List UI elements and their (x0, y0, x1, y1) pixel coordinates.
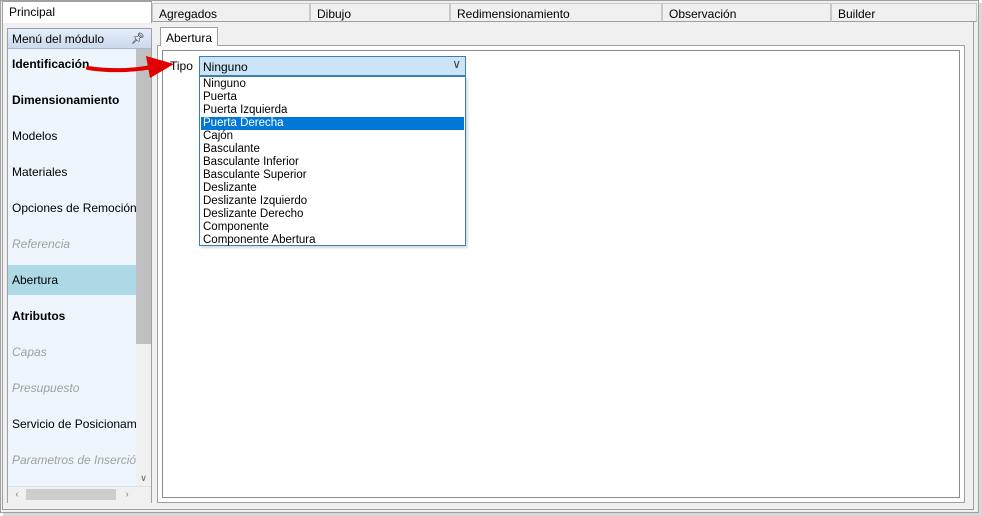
tipo-dropdown-list[interactable]: Ninguno Puerta Puerta Izquierda Puerta D… (199, 76, 466, 246)
module-menu-header: Menú del módulo 📌︎ (8, 29, 151, 49)
chevron-right-icon[interactable]: › (120, 487, 134, 503)
module-item-modelos[interactable]: Modelos (8, 121, 136, 151)
module-menu-title: Menú del módulo (12, 32, 105, 46)
chevron-down-icon[interactable]: ∨ (136, 471, 151, 486)
tab-observacion[interactable]: Observación (662, 3, 831, 22)
tab-builder[interactable]: Builder (831, 3, 977, 22)
tipo-option[interactable]: Deslizante Izquierdo (201, 195, 464, 208)
tab-principal[interactable]: Principal (2, 1, 152, 23)
tipo-option[interactable]: Cajón (201, 130, 464, 143)
vscroll-thumb[interactable] (136, 49, 151, 344)
module-item-referencia[interactable]: Referencia (8, 229, 136, 259)
tipo-option[interactable]: Deslizante Derecho (201, 208, 464, 221)
tipo-option[interactable]: Basculante (201, 143, 464, 156)
pin-icon[interactable]: 📌︎ (131, 32, 145, 45)
module-item-atributos[interactable]: Atributos (8, 301, 136, 331)
module-item-materiales[interactable]: Materiales (8, 157, 136, 187)
annotation-arrow-icon (86, 56, 174, 78)
module-item-dimensionamiento[interactable]: Dimensionamiento (8, 85, 136, 115)
module-item-abertura[interactable]: Abertura (8, 265, 136, 295)
hscroll-thumb[interactable] (26, 489, 116, 500)
module-item-parametros-insercion[interactable]: Parametros de Inserción (8, 445, 136, 475)
module-menu-list: Identificación Dimensionamiento Modelos … (8, 49, 136, 486)
tipo-option[interactable]: Puerta Derecha (201, 117, 464, 130)
module-item-capas[interactable]: Capas (8, 337, 136, 367)
tab-abertura[interactable]: Abertura (160, 27, 219, 46)
tipo-combobox-value: Ninguno (203, 60, 248, 74)
module-menu-hscrollbar[interactable]: ‹ › (8, 486, 151, 503)
tipo-option[interactable]: Componente Abertura (201, 234, 464, 247)
tipo-option[interactable]: Puerta Izquierda (201, 104, 464, 117)
module-item-servicio-posicionamiento[interactable]: Servicio de Posicionamiento (8, 409, 136, 439)
tab-dibujo[interactable]: Dibujo (310, 3, 450, 22)
tipo-option[interactable]: Deslizante (201, 182, 464, 195)
tipo-option[interactable]: Componente (201, 221, 464, 234)
chevron-left-icon[interactable]: ‹ (10, 487, 24, 503)
module-menu-vscrollbar[interactable]: ∨ (136, 49, 151, 486)
tipo-option[interactable]: Basculante Superior (201, 169, 464, 182)
tipo-option[interactable]: Ninguno (201, 78, 464, 91)
tab-agregados[interactable]: Agregados (152, 3, 310, 22)
module-item-opciones-remocion[interactable]: Opciones de Remoción (8, 193, 136, 223)
tipo-option[interactable]: Puerta (201, 91, 464, 104)
module-item-presupuesto[interactable]: Presupuesto (8, 373, 136, 403)
tipo-option[interactable]: Basculante Inferior (201, 156, 464, 169)
module-menu-panel: Menú del módulo 📌︎ Identificación Dimens… (7, 28, 152, 503)
tab-redimensionamiento[interactable]: Redimensionamiento (450, 3, 662, 22)
chevron-down-icon[interactable]: ∨ (452, 57, 461, 71)
main-tab-strip: Principal Agregados Dibujo Redimensionam… (1, 1, 977, 23)
tipo-combobox[interactable]: Ninguno ∨ (199, 56, 466, 76)
